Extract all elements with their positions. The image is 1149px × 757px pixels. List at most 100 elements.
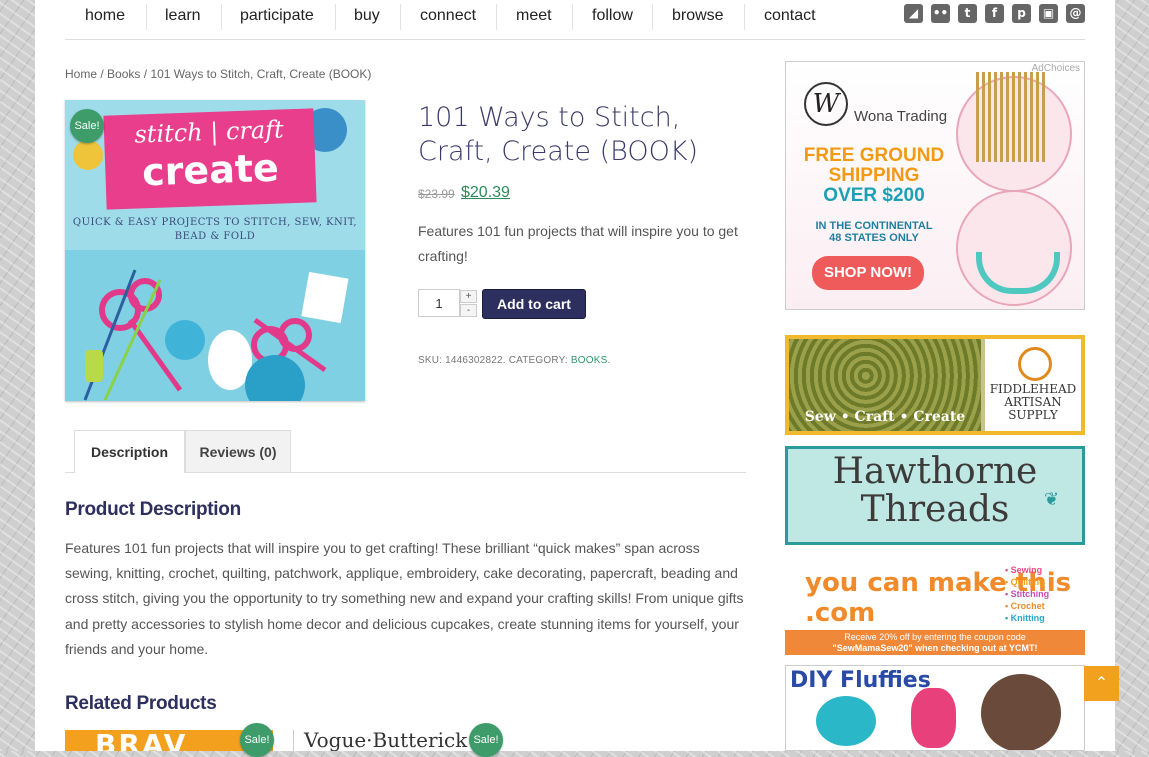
ycmt-promo: Receive 20% off by entering the coupon c…: [785, 630, 1085, 655]
sale-badge: Sale!: [70, 109, 104, 143]
nav-connect[interactable]: connect: [420, 6, 476, 28]
fiddlehead-name: FIDDLEHEAD ARTISAN SUPPLY: [985, 383, 1081, 422]
add-to-cart-button[interactable]: Add to cart: [482, 289, 586, 319]
ycmt-list-item: • Stitching: [1005, 589, 1050, 599]
related-product-2-art: Vogue·Butterick: [304, 730, 468, 751]
fiddlehead-logo-panel: FIDDLEHEAD ARTISAN SUPPLY: [985, 339, 1081, 431]
rss-icon[interactable]: ◢: [904, 4, 923, 23]
hawthorne-line2: Threads: [860, 489, 1010, 530]
nav-divider: [496, 4, 497, 30]
quantity-increase-button[interactable]: +: [460, 290, 477, 303]
craft-illustration: [65, 250, 365, 401]
instagram-icon[interactable]: ▣: [1039, 4, 1058, 23]
bird-icon: ❦: [1044, 489, 1060, 509]
diy-fluffies-title: DIY Fluffies: [790, 668, 931, 693]
quantity-decrease-button[interactable]: -: [460, 304, 477, 317]
wona-offer: FREE GROUND SHIPPING OVER $200: [786, 146, 962, 206]
breadcrumb-current: 101 Ways to Stitch, Craft, Create (BOOK): [150, 67, 372, 81]
facebook-icon[interactable]: f: [985, 4, 1004, 23]
book-title-box: stitch | craft create: [103, 108, 317, 210]
ycmt-list-item: • Sewing: [1005, 565, 1043, 575]
wona-line1: FREE GROUND: [803, 145, 945, 166]
product-image[interactable]: stitch | craft create QUICK & EASY PROJE…: [65, 100, 365, 401]
breadcrumb: Home / Books / 101 Ways to Stitch, Craft…: [65, 67, 371, 81]
necklace-graphic-1: [976, 72, 1046, 162]
wona-line5: 48 STATES ONLY: [829, 232, 919, 244]
breadcrumb-sep: /: [143, 67, 148, 81]
description-heading: Product Description: [65, 499, 241, 520]
nav-learn[interactable]: learn: [165, 6, 201, 28]
price-sale: $20.39: [461, 184, 510, 201]
fiddlehead-logo-icon: [1018, 347, 1052, 381]
whale-toy: [816, 696, 876, 746]
price-original: $23.99: [418, 187, 455, 201]
related-heading: Related Products: [65, 693, 217, 714]
book-title-line1: stitch | craft: [133, 115, 285, 149]
nav-divider: [572, 4, 573, 30]
flickr-icon[interactable]: ••: [931, 4, 950, 23]
tab-description[interactable]: Description: [74, 430, 185, 473]
ycmt-list-item: • Knitting: [1005, 613, 1045, 623]
wona-line3: OVER $200: [823, 185, 925, 206]
ad-diy-fluffies[interactable]: DIY Fluffies: [785, 665, 1085, 751]
breadcrumb-books[interactable]: Books: [107, 67, 140, 81]
meta-end: .: [607, 355, 611, 366]
breadcrumb-sep: /: [100, 67, 104, 81]
ad-hawthorne-threads[interactable]: Hawthorne Threads ❦: [785, 446, 1085, 545]
product-title: 101 Ways to Stitch, Craft, Create (BOOK): [418, 102, 699, 167]
main-nav: home learn participate buy connect meet …: [65, 0, 1085, 40]
nav-divider: [652, 4, 653, 30]
ycmt-list-item: • Crochet: [1005, 601, 1045, 611]
short-description: Features 101 fun projects that will insp…: [418, 223, 738, 264]
bunny-toy: [911, 688, 956, 748]
ycmt-promo-line1: Receive 20% off by entering the coupon c…: [844, 632, 1026, 642]
scroll-to-top-button[interactable]: ⌃: [1084, 666, 1119, 701]
breadcrumb-home[interactable]: Home: [65, 67, 97, 81]
nav-divider: [335, 4, 336, 30]
nav-contact[interactable]: contact: [764, 6, 816, 28]
nav-divider: [400, 4, 401, 30]
product-meta: SKU: 1446302822. CATEGORY: BOOKS.: [418, 355, 610, 366]
nav-browse[interactable]: browse: [672, 6, 724, 28]
fiddlehead-name3: SUPPLY: [1008, 408, 1058, 422]
nav-divider: [221, 4, 222, 30]
button-graphic: [73, 140, 103, 170]
ycmt-list-item: • Quilting: [1005, 577, 1045, 587]
ycmt-craft-list: • Sewing • Quilting • Stitching • Croche…: [1005, 564, 1049, 624]
tab-reviews[interactable]: Reviews (0): [185, 430, 291, 472]
related-sale-badge-1: Sale!: [240, 723, 274, 757]
email-icon[interactable]: @: [1066, 4, 1085, 23]
page: home learn participate buy connect meet …: [35, 0, 1115, 757]
description-body: Features 101 fun projects that will insp…: [65, 540, 744, 657]
ad-you-can-make-this[interactable]: you can make this .com • Sewing • Quilti…: [785, 556, 1085, 655]
book-title-line2: create: [141, 145, 280, 195]
nav-follow[interactable]: follow: [592, 6, 633, 28]
ycmt-promo-line2: "SewMamaSew20" when checking out at YCMT…: [832, 643, 1038, 653]
fiddlehead-tagline: Sew • Craft • Create: [804, 409, 966, 425]
sku-label: SKU: 1446302822. CATEGORY:: [418, 355, 571, 366]
hawthorne-logo: Hawthorne Threads: [788, 453, 1082, 529]
wona-line2: SHIPPING: [828, 165, 920, 186]
wona-shop-now-button[interactable]: SHOP NOW!: [812, 256, 924, 290]
pinterest-icon[interactable]: p: [1012, 4, 1031, 23]
related-sale-badge-2: Sale!: [469, 723, 503, 757]
book-subtitle: QUICK & EASY PROJECTS TO STITCH, SEW, KN…: [72, 217, 358, 242]
wona-logo-icon: W: [804, 82, 848, 126]
ad-wona-trading[interactable]: AdChoices W Wona Trading FREE GROUND SHI…: [785, 61, 1085, 310]
quantity-input[interactable]: 1: [418, 289, 460, 317]
monkey-toy: [981, 674, 1061, 750]
nav-divider: [146, 4, 147, 30]
related-product-1-art: BRAV: [95, 730, 188, 751]
nav-participate[interactable]: participate: [240, 6, 314, 28]
hawthorne-line1: Hawthorne: [832, 451, 1038, 492]
nav-meet[interactable]: meet: [516, 6, 552, 28]
twitter-icon[interactable]: t: [958, 4, 977, 23]
nav-home[interactable]: home: [85, 6, 125, 28]
nav-buy[interactable]: buy: [354, 6, 380, 28]
ad-fiddlehead[interactable]: Sew • Craft • Create FIDDLEHEAD ARTISAN …: [785, 335, 1085, 435]
wona-brand: Wona Trading: [854, 108, 948, 125]
wona-terms: IN THE CONTINENTAL 48 STATES ONLY: [786, 220, 962, 244]
category-link[interactable]: BOOKS: [571, 355, 608, 366]
nav-divider: [744, 4, 745, 30]
wona-line4: IN THE CONTINENTAL: [815, 220, 933, 232]
